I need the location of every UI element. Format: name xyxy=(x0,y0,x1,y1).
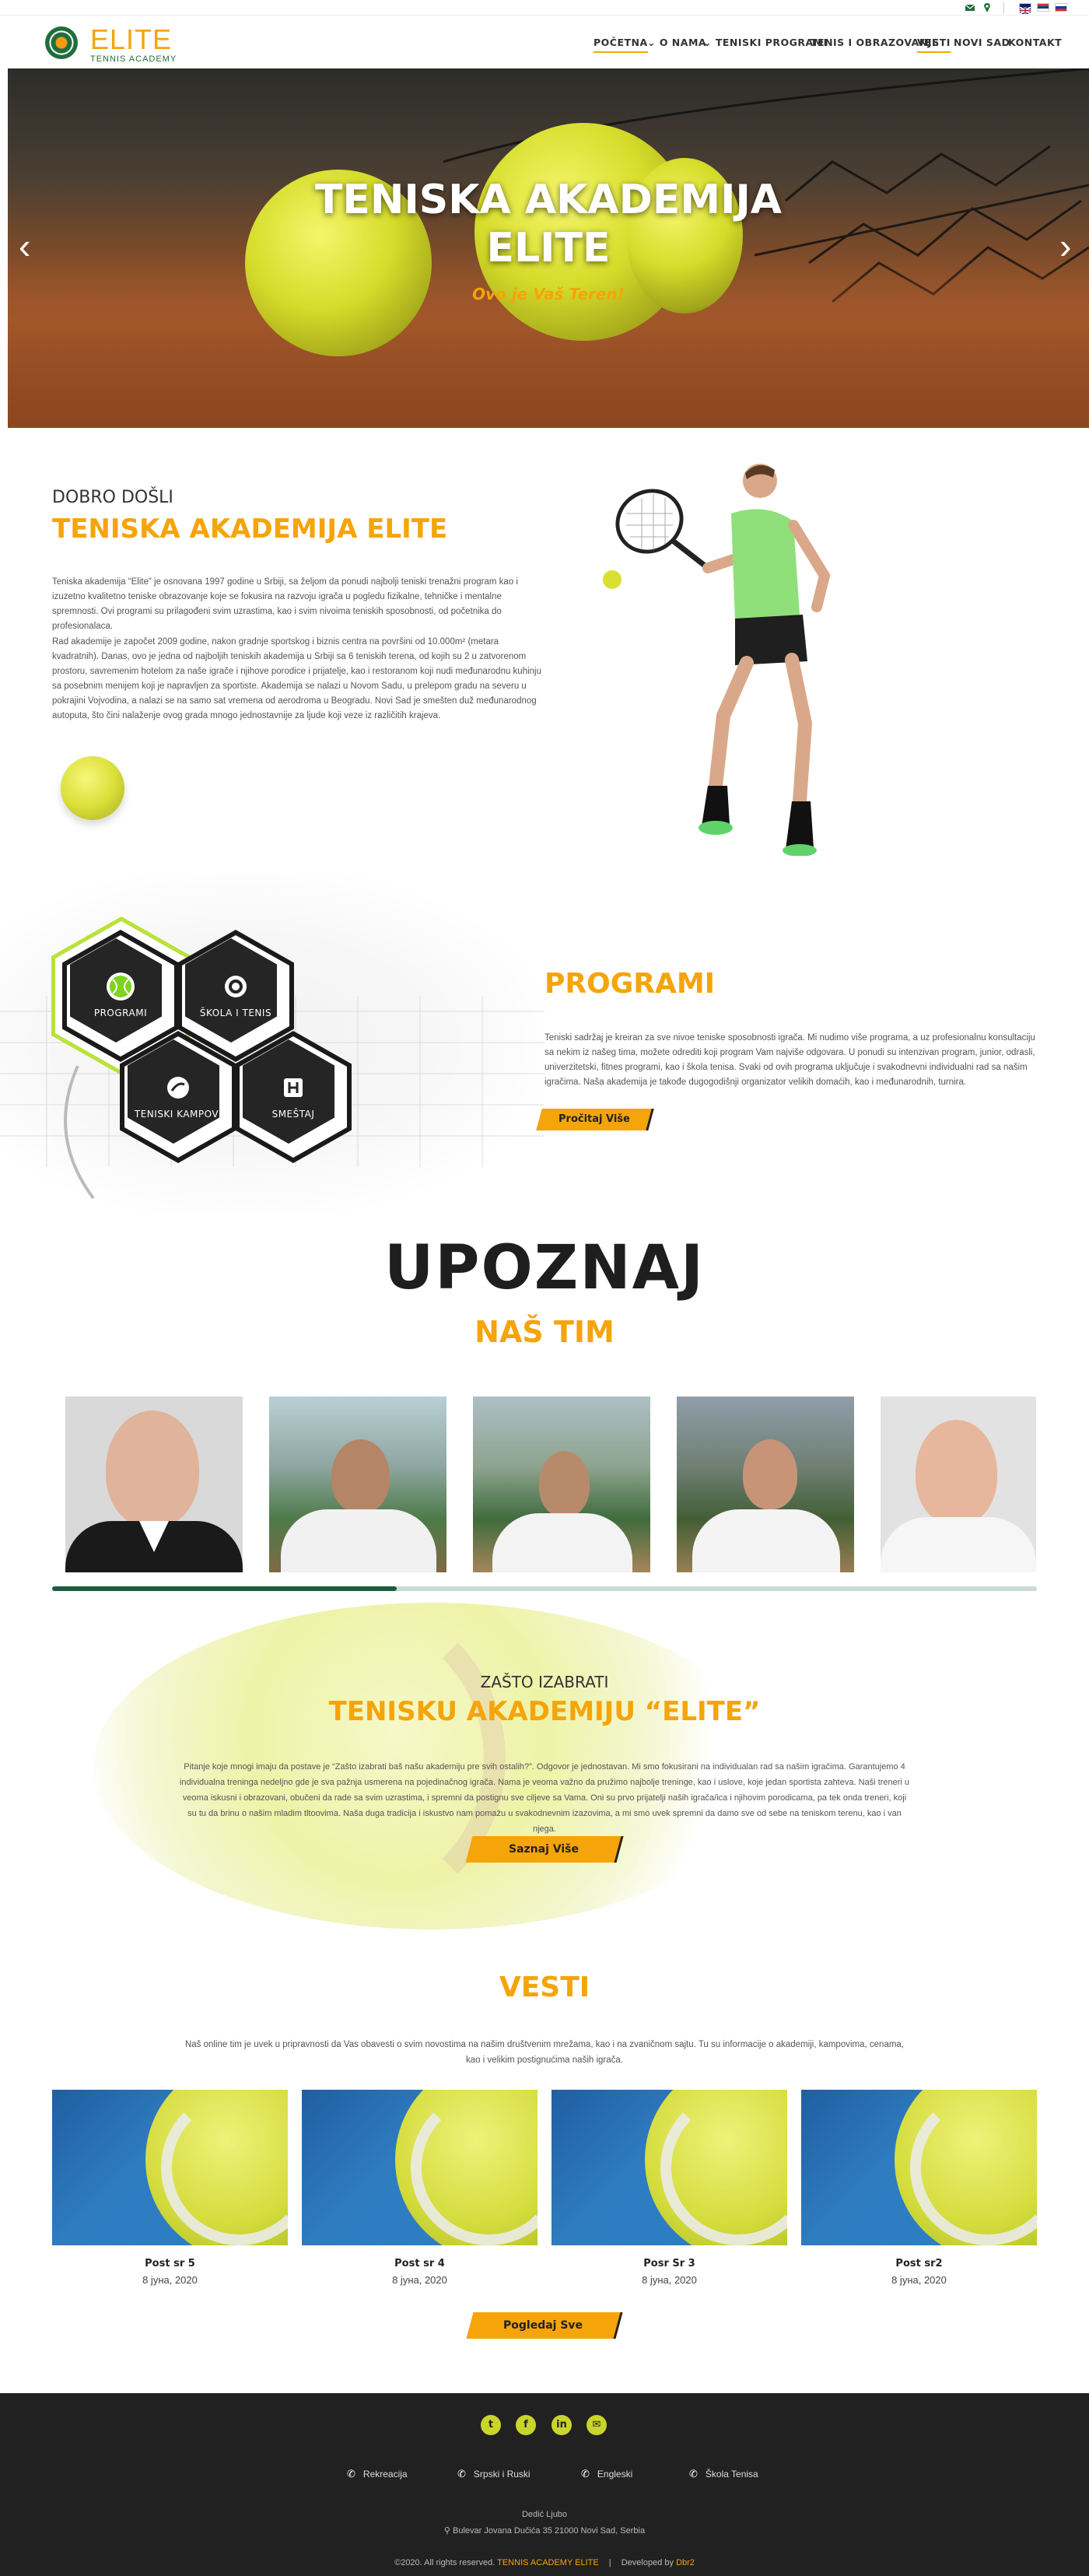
news-post-date: 8 јуна, 2020 xyxy=(891,2274,947,2286)
welcome-paragraph-2: Rad akademije je započet 2009 godine, na… xyxy=(52,637,542,720)
envelope-icon[interactable] xyxy=(965,2,975,13)
read-more-button[interactable]: Pročitaj Više xyxy=(536,1109,654,1130)
email-icon[interactable]: ✉ xyxy=(587,2415,607,2435)
nav-label: O NAMA xyxy=(659,37,707,48)
nav-item-teniski-programi[interactable]: ⌄ TENISKI PROGRAMI xyxy=(703,37,828,48)
slider-next-icon[interactable]: › xyxy=(1059,228,1071,264)
tennis-ball-icon xyxy=(61,756,124,820)
copyright-brand-link[interactable]: TENNIS ACADEMY ELITE xyxy=(497,2558,599,2567)
footer-copyright: ©2020. All rights reserved. TENNIS ACADE… xyxy=(0,2558,1089,2567)
news-post-title[interactable]: Post sr2 xyxy=(801,2258,1037,2269)
why-title: TENISKU AKADEMIJU “ELITE” xyxy=(328,1696,761,1727)
team-title: UPOZNAJ xyxy=(383,1233,706,1303)
developed-by-text: Developed by xyxy=(621,2558,674,2567)
developer-link[interactable]: Dbr2 xyxy=(676,2558,695,2567)
divider xyxy=(1003,2,1004,13)
ball-icon xyxy=(164,1074,192,1102)
programs-title: PROGRAMI xyxy=(544,968,716,1000)
welcome-title: TENISKA AKADEMIJA ELITE xyxy=(52,513,448,545)
phone-icon: ✆ xyxy=(347,2468,355,2480)
nav-item-novi-sad[interactable]: NOVI SAD xyxy=(954,37,1010,48)
team-carousel-scrollbar[interactable] xyxy=(52,1586,1037,1591)
flag-en-icon[interactable] xyxy=(1019,3,1031,15)
player-photo xyxy=(599,459,856,857)
why-text: Pitanje koje mnogi imaju da postave je “… xyxy=(179,1762,910,1834)
news-post-image[interactable] xyxy=(52,2090,288,2245)
nav-item-kontakt[interactable]: KONTAKT xyxy=(1008,37,1062,48)
footer-address: ⚲ Bulevar Jovana Dučića 35 21000 Novi Sa… xyxy=(443,2526,646,2536)
team-member-photo[interactable] xyxy=(269,1397,446,1572)
news-post-title[interactable]: Post sr 4 xyxy=(302,2258,537,2269)
scrollbar-thumb[interactable] xyxy=(52,1586,397,1591)
news-post-image[interactable] xyxy=(552,2090,787,2245)
target-icon xyxy=(222,973,250,1001)
phone-icon: ✆ xyxy=(689,2468,698,2480)
team-member-photo[interactable] xyxy=(677,1397,854,1572)
logo-title[interactable]: ELITE xyxy=(90,23,172,56)
nav-item-vesti[interactable]: VESTI xyxy=(917,37,951,53)
learn-more-button[interactable]: Saznaj Više xyxy=(465,1836,624,1863)
hex-label: ŠKOLA I TENIS xyxy=(199,1008,272,1018)
footer-link[interactable]: ✆ Srpski i Ruski xyxy=(457,2468,530,2480)
linkedin-icon[interactable]: in xyxy=(552,2415,572,2435)
why-kicker: ZAŠTO IZABRATI xyxy=(480,1673,609,1691)
phone-icon: ✆ xyxy=(581,2468,590,2480)
welcome-kicker: DOBRO DOŠLI xyxy=(52,488,173,507)
separator: | xyxy=(608,2558,611,2567)
map-marker-icon: ⚲ xyxy=(443,2526,453,2536)
hero-title-line1: TENISKA AKADEMIJA xyxy=(314,177,783,223)
news-post-image[interactable] xyxy=(302,2090,537,2245)
programs-text: Teniski sadržaj je kreiran za sve nivoe … xyxy=(544,1033,1035,1087)
flag-sr-icon[interactable] xyxy=(1037,3,1049,12)
team-member-photo[interactable] xyxy=(881,1397,1036,1572)
facebook-icon[interactable]: f xyxy=(516,2415,536,2435)
logo-icon[interactable] xyxy=(45,26,78,59)
twitter-icon[interactable]: t xyxy=(481,2415,501,2435)
nav-item-pocetna[interactable]: POČETNA xyxy=(594,37,648,53)
news-post-date: 8 јуна, 2020 xyxy=(142,2274,198,2286)
logo-subtitle: TENNIS ACADEMY xyxy=(90,54,177,64)
team-subtitle: NAŠ TIM xyxy=(474,1315,615,1349)
team-member-photo[interactable] xyxy=(473,1397,650,1572)
chevron-down-icon: ⌄ xyxy=(647,37,660,48)
phone-icon: ✆ xyxy=(457,2468,466,2480)
footer-link[interactable]: ✆ Engleski xyxy=(581,2468,632,2480)
hero-title-line2: ELITE xyxy=(486,225,611,272)
hero-subtitle: Ovo je Vaš Teren! xyxy=(472,285,625,303)
top-bar xyxy=(0,0,1089,16)
news-post-title[interactable]: Post sr 5 xyxy=(52,2258,288,2269)
map-marker-icon[interactable] xyxy=(982,2,993,13)
team-member-photo[interactable] xyxy=(65,1397,243,1572)
footer-link[interactable]: ✆ Rekreacija xyxy=(347,2468,408,2480)
news-title: VESTI xyxy=(499,1971,590,2003)
hex-label: PROGRAMI xyxy=(93,1008,148,1018)
footer-link[interactable]: ✆ Škola Tenisa xyxy=(689,2468,758,2480)
news-post-date: 8 јуна, 2020 xyxy=(642,2274,697,2286)
footer-contact-name: Dedić Ljubo xyxy=(521,2510,568,2519)
slider-prev-icon[interactable]: ‹ xyxy=(19,228,30,264)
hero-slider: TENISKA AKADEMIJA ELITE Ovo je Vaš Teren… xyxy=(8,68,1089,428)
flag-ru-icon[interactable] xyxy=(1055,3,1067,12)
site-header: ELITE TENNIS ACADEMY POČETNA ⌄ O NAMA ⌄ … xyxy=(0,16,1089,68)
copyright-text: ©2020. All rights reserved. xyxy=(394,2558,495,2567)
ball-seam-graphic xyxy=(179,1595,506,1922)
news-post-image[interactable] xyxy=(801,2090,1037,2245)
hex-label: SMEŠTAJ xyxy=(271,1109,315,1120)
site-footer: t f in ✉ ✆ Rekreacija ✆ Srpski i Ruski ✆ En… xyxy=(0,2393,1089,2576)
view-all-button[interactable]: Pogledaj Sve xyxy=(466,2312,623,2339)
chevron-down-icon: ⌄ xyxy=(703,37,716,48)
tennis-ball-icon xyxy=(107,973,135,1001)
news-post-title[interactable]: Posr Sr 3 xyxy=(552,2258,787,2269)
news-post-date: 8 јуна, 2020 xyxy=(392,2274,447,2286)
news-intro: Naš online tim je uvek u pripravnosti da… xyxy=(184,2040,905,2065)
hotel-icon xyxy=(279,1074,307,1102)
nav-item-o-nama[interactable]: ⌄ O NAMA xyxy=(647,37,706,48)
hex-label: TENISKI KAMPOVI xyxy=(134,1109,222,1120)
welcome-paragraph-1: Teniska akademija “Elite” je osnovana 19… xyxy=(52,577,518,631)
